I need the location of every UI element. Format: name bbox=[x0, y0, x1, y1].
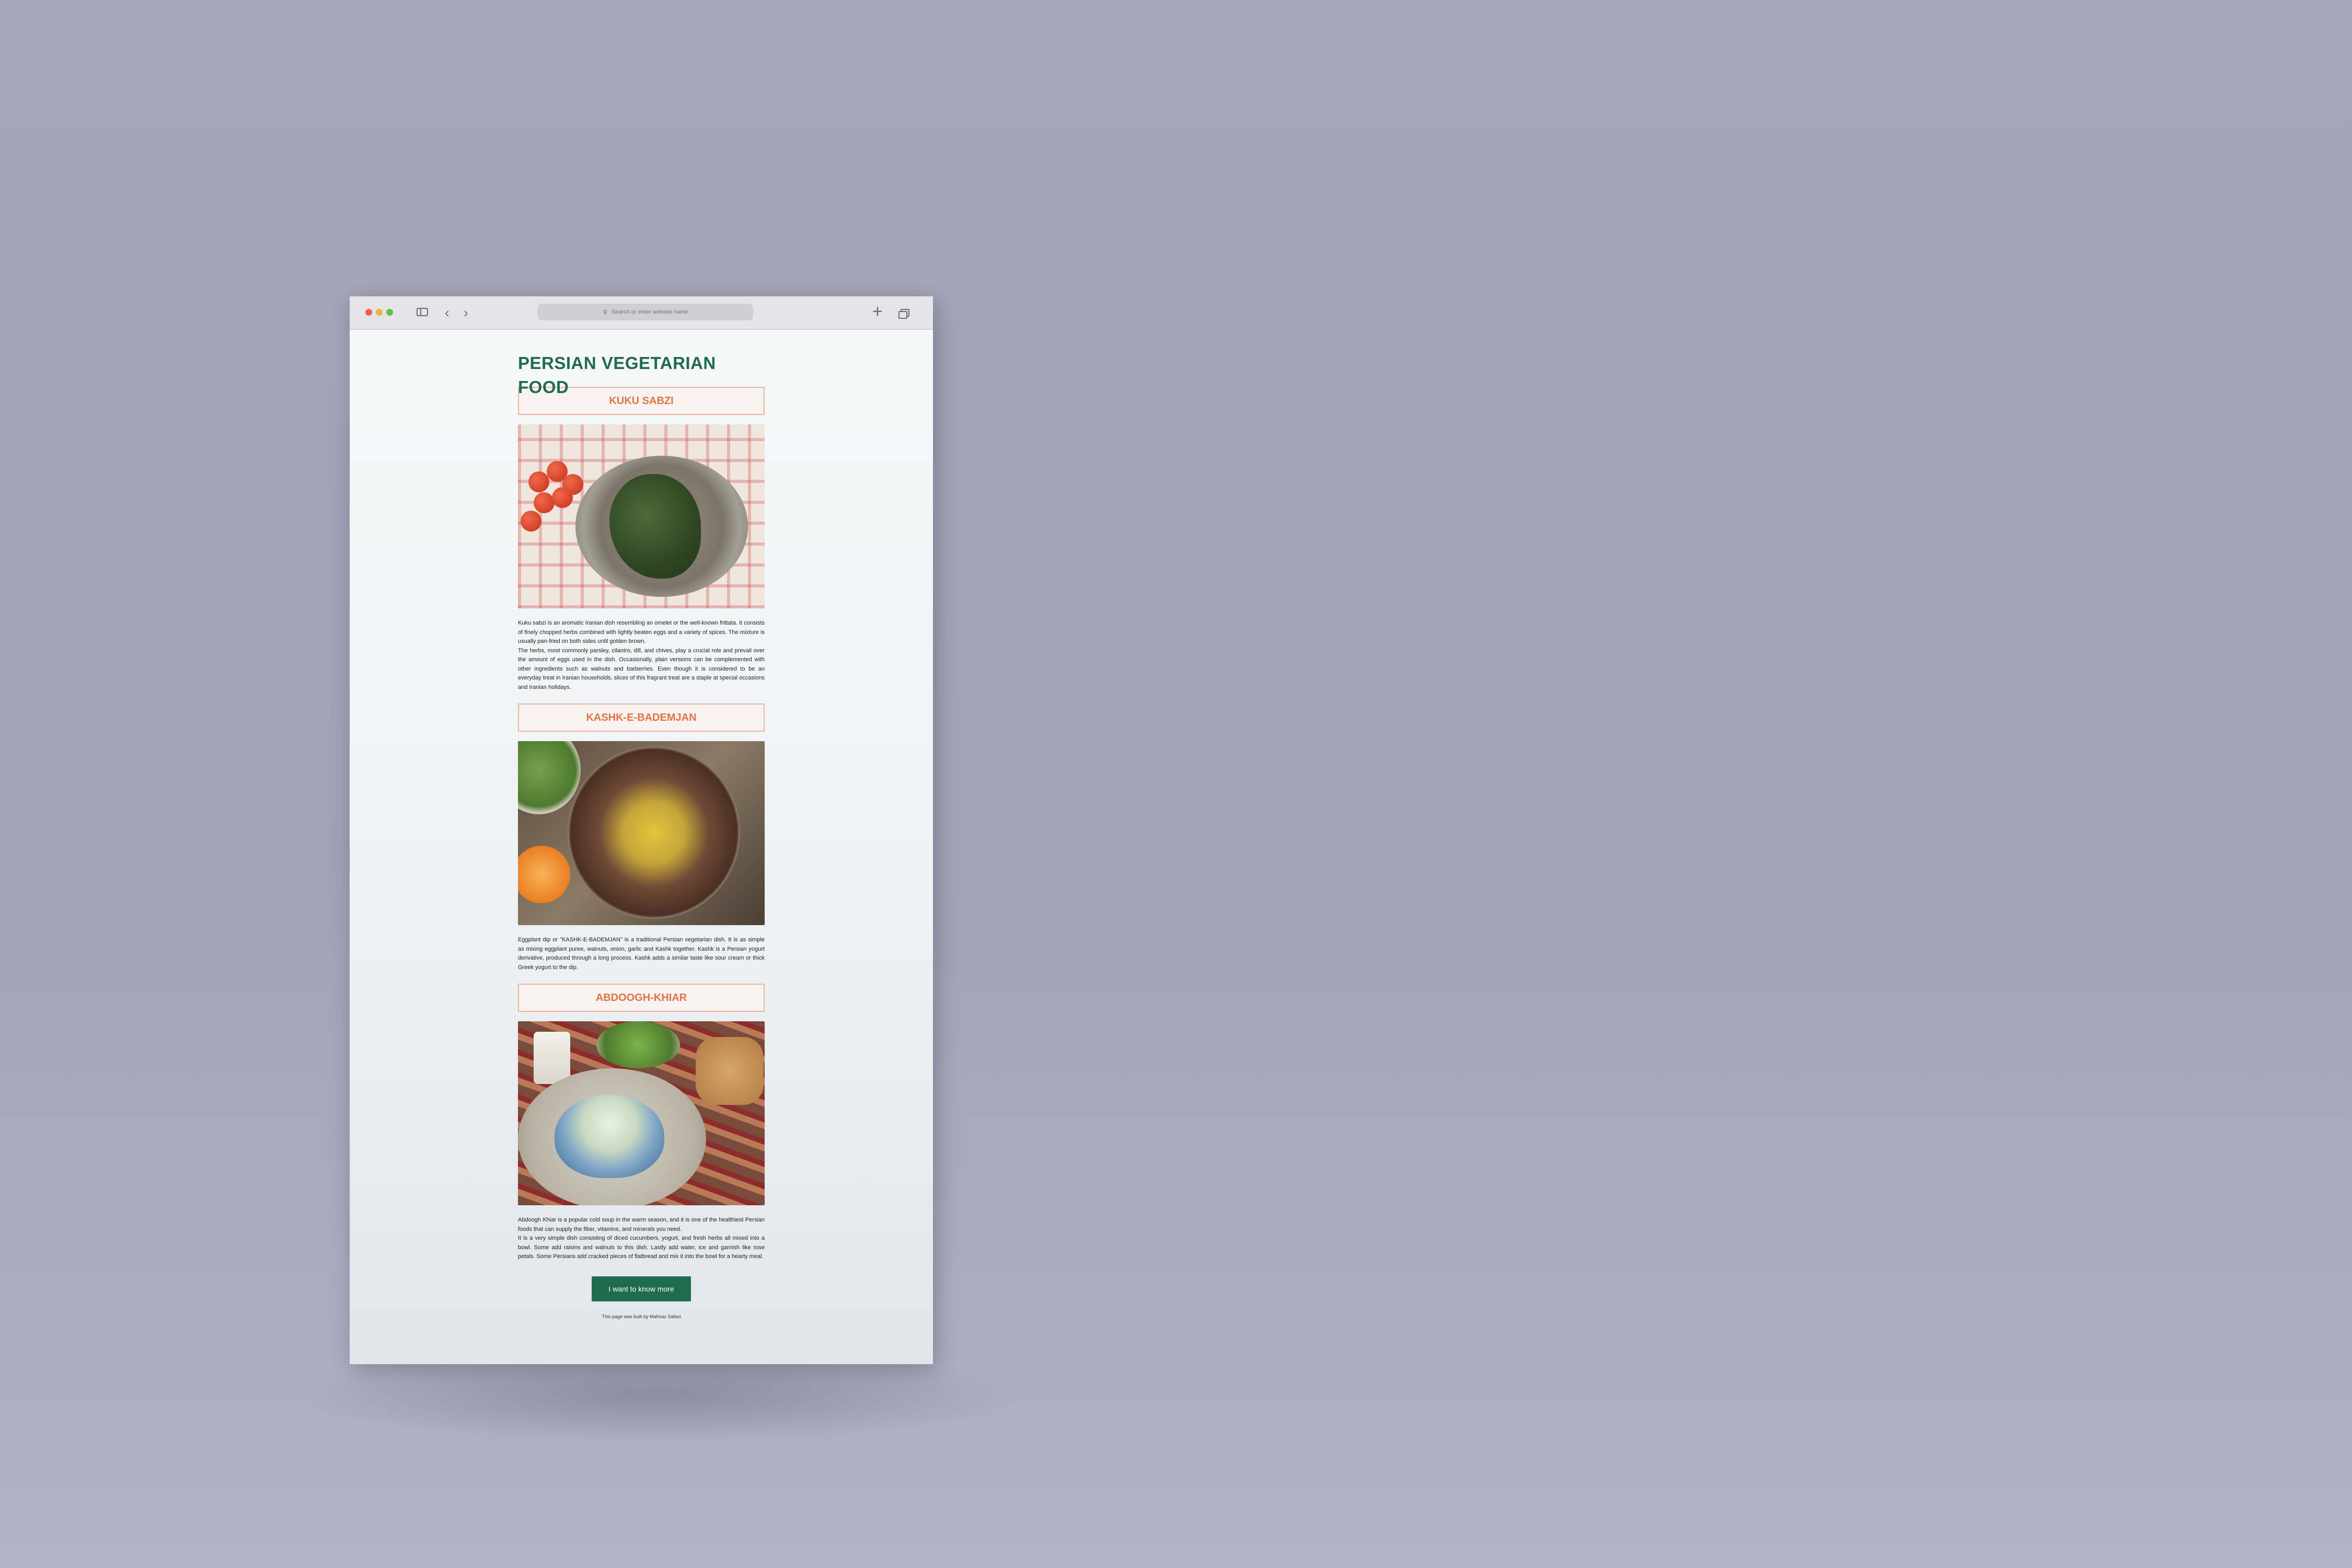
salad-bowl bbox=[518, 741, 581, 814]
close-window-button[interactable] bbox=[365, 309, 372, 316]
tomato bbox=[552, 487, 573, 508]
minimize-window-button[interactable] bbox=[376, 309, 383, 316]
plus-icon[interactable]: + bbox=[872, 303, 883, 320]
chevron-right-icon[interactable]: › bbox=[464, 305, 468, 320]
description-paragraph: Eggplant dip or "KASHK-E-BADEMJAN" is a … bbox=[518, 937, 765, 971]
know-more-button[interactable]: I want to know more bbox=[592, 1276, 691, 1301]
address-placeholder: Search or enter website name bbox=[612, 309, 688, 315]
doogh-glass bbox=[534, 1032, 570, 1084]
tomato bbox=[521, 511, 541, 532]
orange-slice bbox=[518, 846, 570, 903]
dish-heading-kashk-e-bademjan: KASHK-E-BADEMJAN bbox=[518, 704, 765, 732]
dish-image-kashk-e-bademjan bbox=[518, 741, 765, 925]
description-paragraph: Abdoogh Khiar is a popular cold soup in … bbox=[518, 1217, 765, 1232]
page-title: PERSIAN VEGETARIAN FOOD bbox=[518, 353, 716, 397]
address-bar[interactable]: ⚲ Search or enter website name bbox=[538, 304, 753, 320]
brass-pan bbox=[568, 746, 740, 919]
zoom-window-button[interactable] bbox=[386, 309, 393, 316]
dish-description-kashk-e-bademjan: Eggplant dip or "KASHK-E-BADEMJAN" is a … bbox=[518, 936, 765, 972]
sidebar-icon[interactable] bbox=[417, 308, 428, 316]
herb-plate bbox=[596, 1021, 680, 1068]
tabs-overview-icon[interactable] bbox=[898, 309, 909, 319]
dish-heading-abdoogh-khiar: ABDOOGH-KHIAR bbox=[518, 984, 765, 1012]
description-paragraph: The herbs, most commonly parsley, cilant… bbox=[518, 647, 765, 690]
description-paragraph: It is a very simple dish consisting of d… bbox=[518, 1235, 765, 1260]
description-paragraph: Kuku sabzi is an aromatic Iranian dish r… bbox=[518, 620, 765, 644]
dish-image-abdoogh-khiar bbox=[518, 1021, 765, 1205]
browser-window: ‹ › ⚲ Search or enter website name + PER… bbox=[350, 296, 933, 1364]
browser-toolbar: ‹ › ⚲ Search or enter website name + bbox=[350, 296, 933, 330]
page-content: PERSIAN VEGETARIAN FOOD KUKU SABZI Kuku … bbox=[518, 351, 765, 1319]
flatbread bbox=[696, 1037, 764, 1105]
page-footer: This page was built by Mahnaz Safavi bbox=[602, 1313, 681, 1319]
soup-bowl bbox=[555, 1094, 664, 1178]
dish-description-abdoogh-khiar: Abdoogh Khiar is a popular cold soup in … bbox=[518, 1216, 765, 1262]
dish-description-kuku-sabzi: Kuku sabzi is an aromatic Iranian dish r… bbox=[518, 619, 765, 692]
dish-image-kuku-sabzi bbox=[518, 424, 765, 608]
tomato bbox=[534, 492, 555, 513]
tomato bbox=[528, 471, 549, 492]
search-icon: ⚲ bbox=[603, 308, 608, 316]
chevron-left-icon[interactable]: ‹ bbox=[445, 305, 449, 320]
